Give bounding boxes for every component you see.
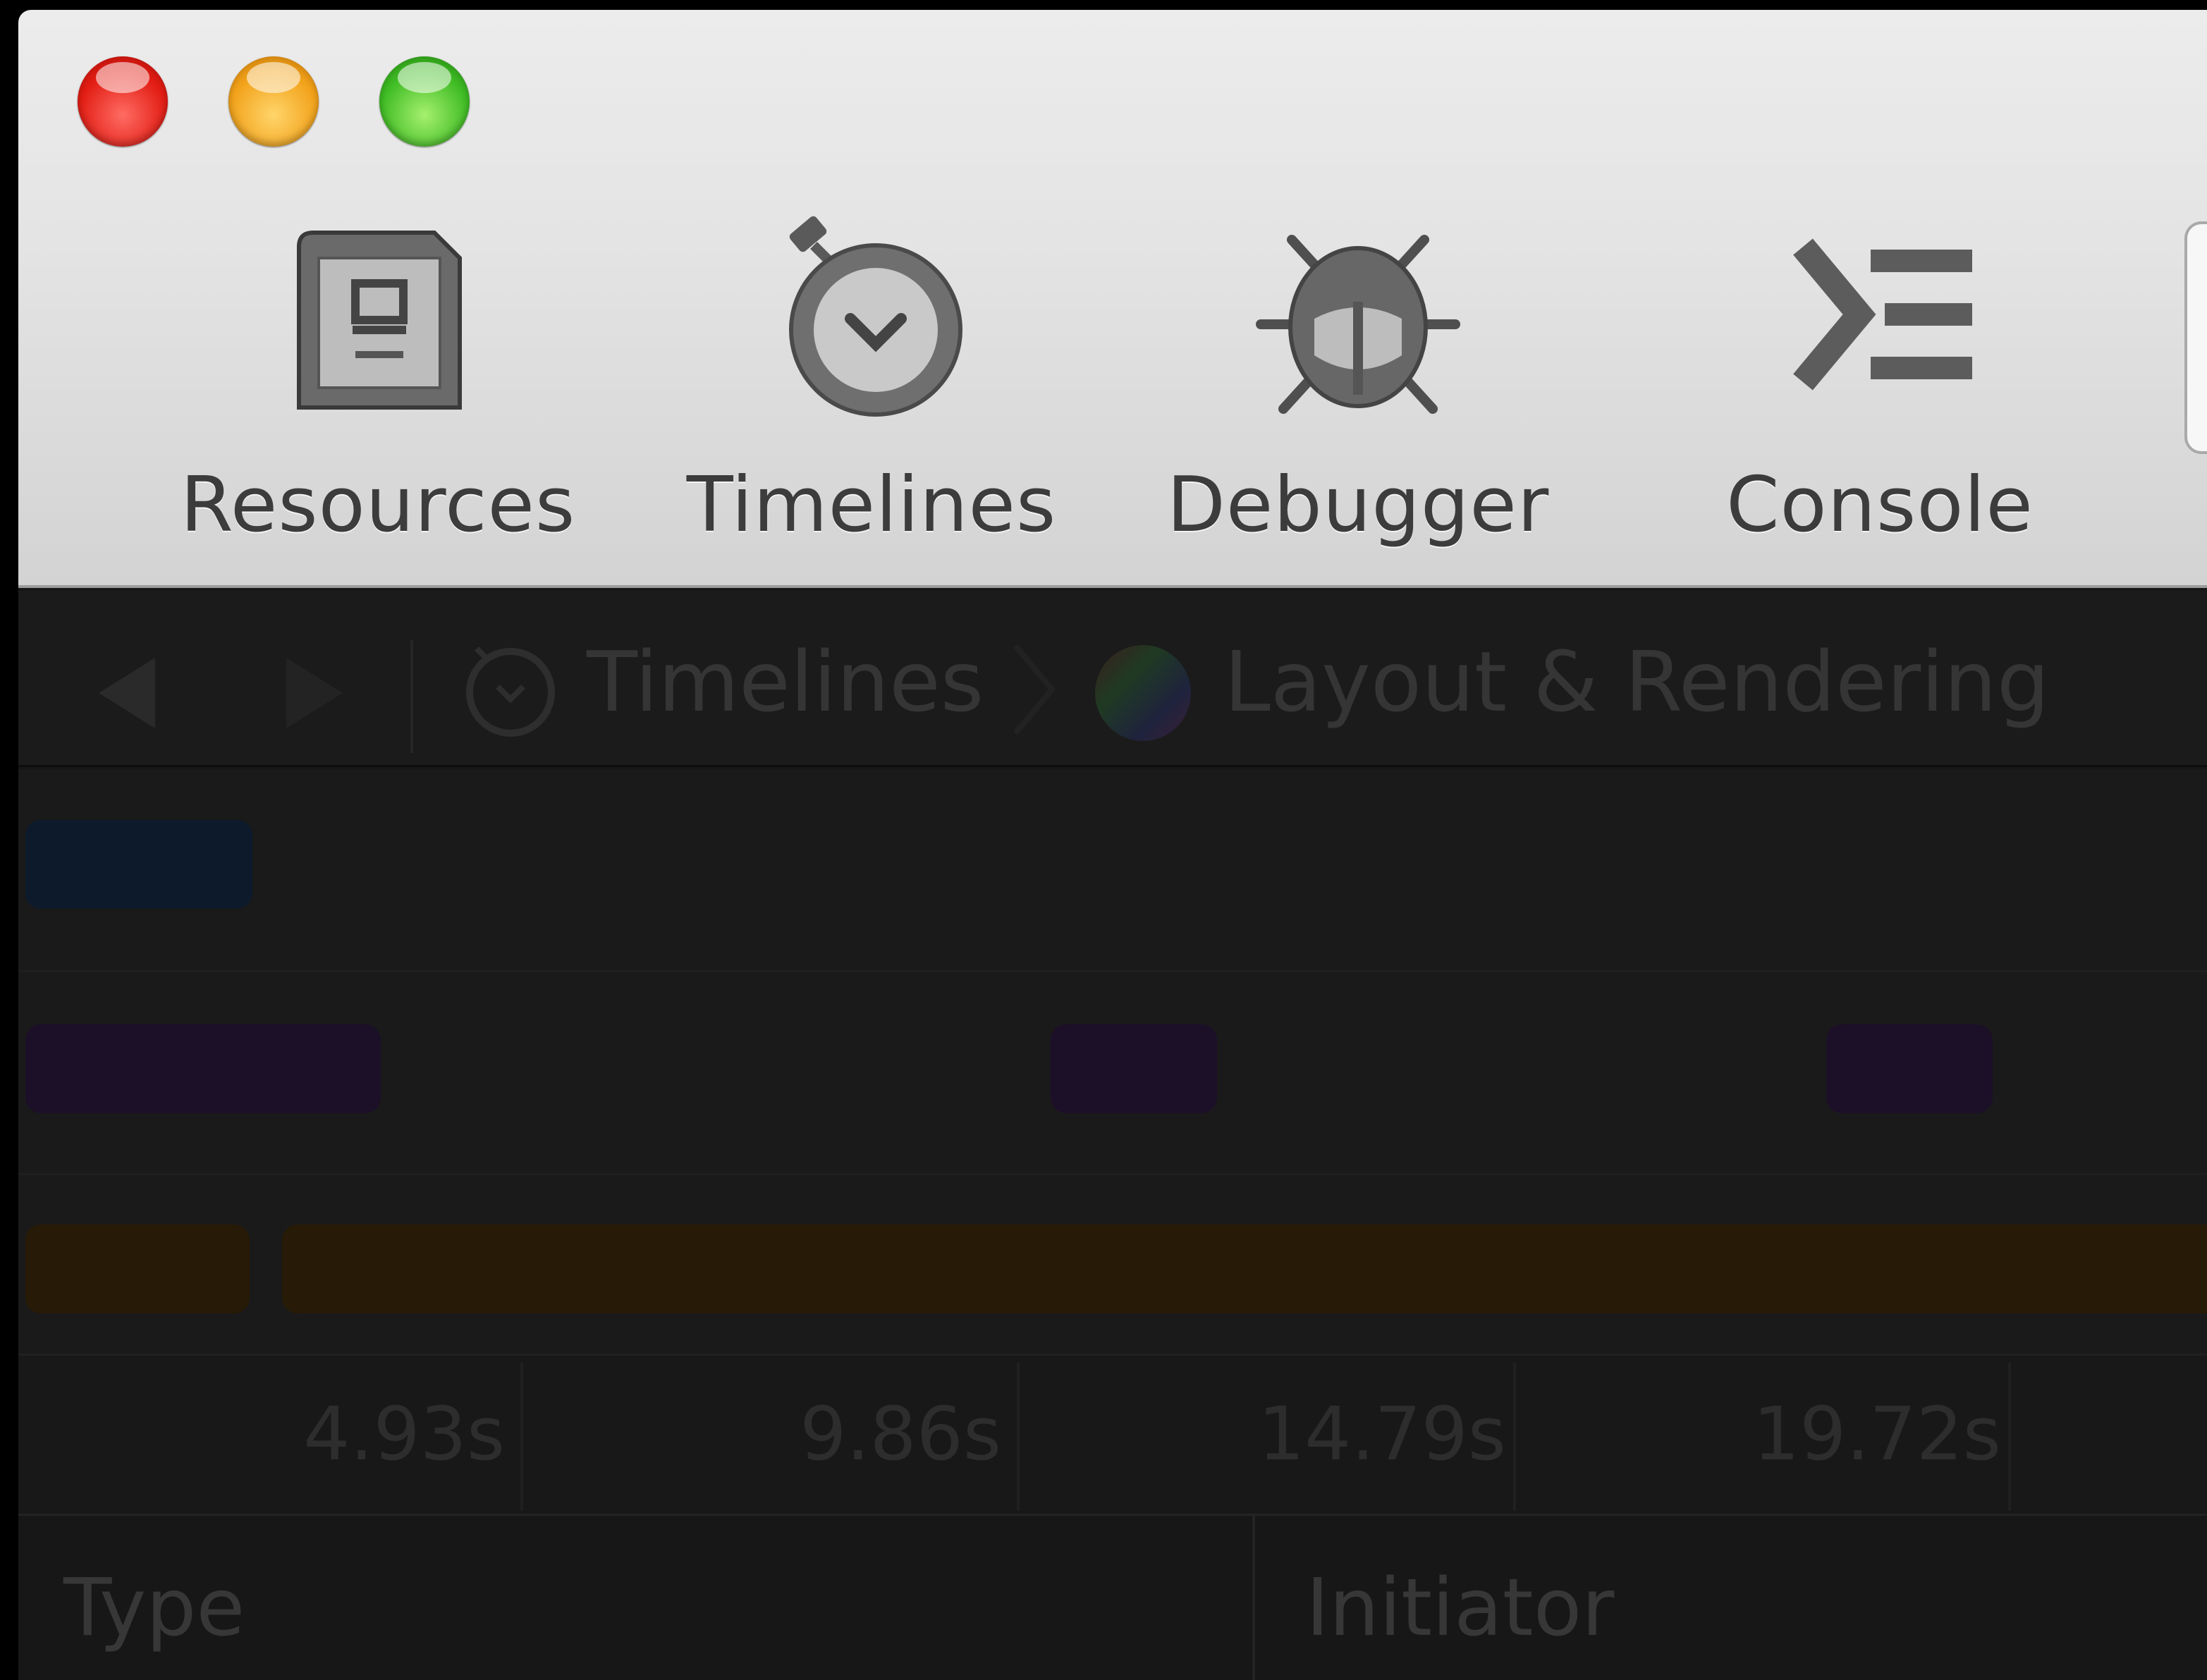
ruler-tick bbox=[1017, 1363, 1020, 1511]
records-table-header: Type Initiator bbox=[18, 1516, 2207, 1680]
timeline-record-bar[interactable] bbox=[1826, 1024, 1993, 1113]
timeline-ruler: 4.93s 9.86s 14.79s 19.72s bbox=[18, 1354, 2207, 1516]
tab-label-timelines: Timelines bbox=[686, 461, 1057, 549]
tab-label-debugger: Debugger bbox=[1166, 461, 1550, 549]
toolbar: Resources Timelines Debugger Console bbox=[18, 10, 2207, 588]
minimize-button[interactable] bbox=[228, 56, 319, 147]
stopwatch-icon bbox=[466, 646, 555, 737]
tab-label-resources: Resources bbox=[180, 461, 576, 549]
timeline-record-bar[interactable] bbox=[25, 1024, 381, 1113]
zoom-button[interactable] bbox=[379, 56, 470, 147]
breadcrumb-item-timelines[interactable]: Timelines bbox=[587, 633, 984, 730]
color-wheel-icon bbox=[1095, 645, 1191, 741]
timeline-overview[interactable] bbox=[18, 769, 2207, 1378]
resources-icon bbox=[297, 231, 462, 410]
tab-resources[interactable]: Resources bbox=[152, 221, 604, 574]
ruler-tick-label: 4.93s bbox=[303, 1391, 505, 1477]
timeline-lane-layout-rendering bbox=[18, 972, 2207, 1175]
web-inspector-window: Resources Timelines Debugger Console Tim… bbox=[18, 10, 2207, 1680]
back-arrow-icon[interactable] bbox=[92, 654, 162, 732]
search-field[interactable] bbox=[2184, 221, 2207, 454]
timeline-lane-network bbox=[18, 769, 2207, 972]
console-icon bbox=[1793, 238, 1972, 391]
column-header-type[interactable]: Type bbox=[63, 1562, 245, 1654]
tab-label-console: Console bbox=[1726, 461, 2034, 549]
close-button[interactable] bbox=[78, 56, 168, 147]
chevron-right-icon bbox=[1013, 644, 1056, 735]
tab-timelines[interactable]: Timelines bbox=[639, 216, 1104, 574]
tab-console[interactable]: Console bbox=[1668, 221, 2091, 574]
breadcrumb-item-layout-rendering[interactable]: Layout & Rendering bbox=[1224, 633, 2050, 730]
stopwatch-icon bbox=[789, 216, 962, 417]
timeline-lane-javascript-events bbox=[18, 1175, 2207, 1378]
forward-arrow-icon[interactable] bbox=[279, 654, 350, 732]
timeline-record-bar[interactable] bbox=[282, 1225, 2207, 1313]
timeline-record-bar[interactable] bbox=[25, 1225, 250, 1313]
column-divider[interactable] bbox=[1252, 1516, 1255, 1680]
ruler-tick-label: 9.86s bbox=[800, 1391, 1001, 1477]
ruler-tick bbox=[1513, 1363, 1516, 1511]
tab-debugger[interactable]: Debugger bbox=[1139, 221, 1577, 574]
ruler-tick-label: 14.79s bbox=[1258, 1391, 1506, 1477]
navigation-bar: Timelines Layout & Rendering bbox=[18, 591, 2207, 767]
ruler-tick-label: 19.72s bbox=[1753, 1391, 2001, 1477]
timeline-record-bar[interactable] bbox=[25, 820, 252, 909]
bug-icon bbox=[1256, 235, 1460, 414]
nav-divider bbox=[410, 640, 413, 753]
ruler-tick bbox=[520, 1363, 523, 1511]
timeline-record-bar[interactable] bbox=[1051, 1024, 1217, 1113]
column-header-initiator[interactable]: Initiator bbox=[1306, 1562, 1614, 1654]
ruler-tick bbox=[2008, 1363, 2011, 1511]
